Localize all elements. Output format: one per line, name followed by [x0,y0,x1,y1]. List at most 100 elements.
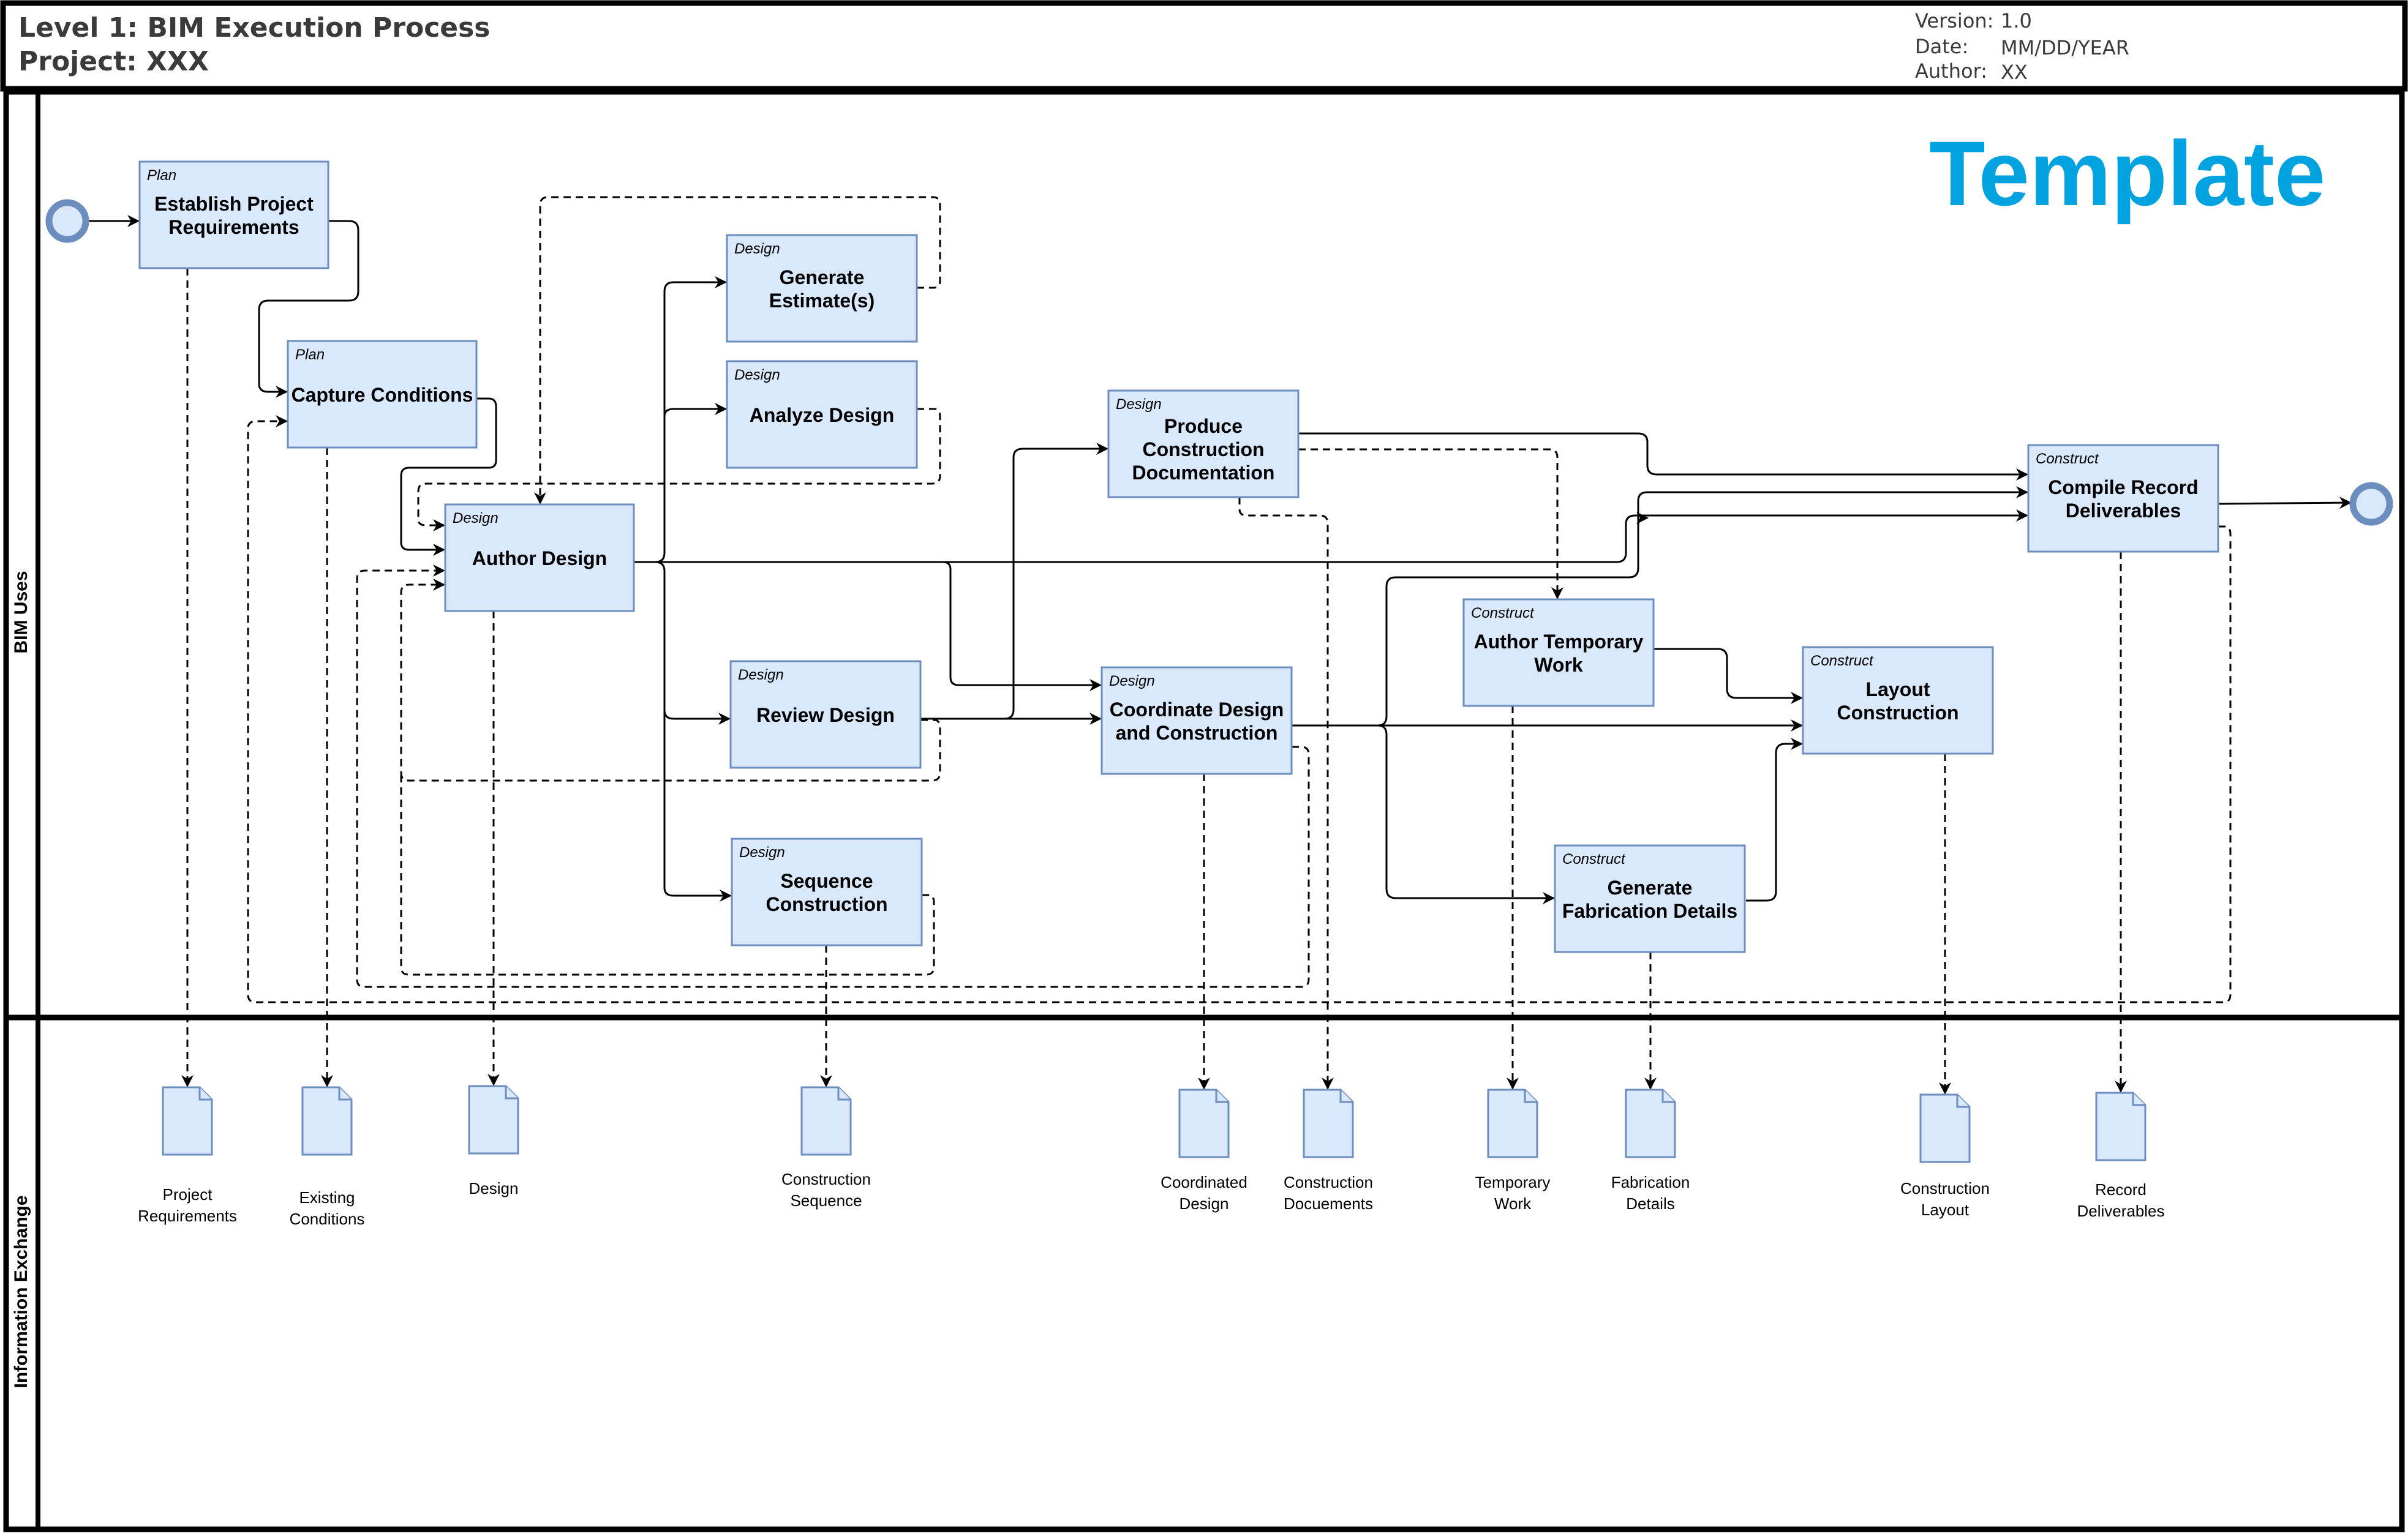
task-name-line: Deliverables [2066,500,2181,522]
task-sequence[interactable]: Design SequenceConstruction [731,838,923,946]
doc-fabrication-details[interactable]: Fabrication Details [1611,1089,1690,1213]
task-phase-label: Design [1116,396,1162,413]
document-label-line: Design [469,1179,519,1198]
document-fold [338,1087,352,1101]
task-name-line: and Construction [1116,722,1278,744]
task-phase-label: Design [453,510,499,527]
doc-design[interactable]: Design [468,1085,519,1198]
assoc-produce-to-doc [1238,497,1334,1090]
task-name-line: Layout [1866,678,1930,700]
document-label-line: Existing [299,1188,355,1207]
task-produce[interactable]: DesignProduceConstructionDocumentation [1107,389,1300,498]
date-label: Date: [1915,35,1968,58]
task-name-line: Requirements [168,216,299,238]
task-name-line: Documentation [1132,462,1275,484]
document-fold [2132,1093,2145,1106]
document-label-line: Conditions [290,1210,365,1228]
task-analyze[interactable]: Design Analyze Design [726,360,918,469]
flow-fabrication-to-layout [1746,738,1803,902]
documents: Project Requirements Existing Conditions Des… [138,1085,2165,1228]
author-label: Author: [1915,59,1987,83]
task-phase-label: Design [734,367,780,383]
flow-author-to-review [655,561,731,725]
task-name-line: Compile Record [2048,476,2198,498]
document-fold [1661,1090,1675,1103]
document-label-line: Requirements [138,1207,237,1225]
date-value: MM/DD/YEAR [2001,36,2129,59]
flow-produce-to-compile [1298,432,2028,481]
flow-temporary-to-layout [1654,648,1803,704]
task-temporary[interactable]: Construct Author TemporaryWork [1462,598,1655,707]
task-phase-label: Construct [2036,451,2099,467]
document-label-line: Deliverables [2077,1202,2164,1220]
task-name-line: Construction [1837,702,1958,724]
task-phase-label: Plan [147,167,176,184]
task-phase-label: Design [738,667,784,683]
task-fabrication[interactable]: Construct GenerateFabrication Details [1554,844,1746,953]
task-name-line: Fabrication Details [1562,900,1737,922]
flow-coordinate-to-fabrication [1377,724,1555,904]
bim-process-diagram: Level 1: BIM Execution Process Project: … [0,0,2408,1532]
start-event[interactable] [45,199,89,243]
document-label-line: Work [1494,1194,1532,1213]
doc-existing-conditions[interactable]: Existing Conditions [290,1086,365,1228]
assoc-produce-to-temporary [1298,448,1563,599]
document-label-line: Construction [781,1170,871,1188]
task-phase-label: Design [734,241,780,257]
task-phase-label: Plan [295,347,325,363]
task-name-line: Analyze Design [750,404,895,426]
doc-coordinated-design[interactable]: Coordinated Design [1161,1089,1247,1213]
task-name-line: Review Design [756,704,895,726]
flow-author-to-sequence [663,710,732,902]
task-estimate[interactable]: DesignGenerateEstimate(s) [726,234,918,343]
flow-review-to-produce [920,443,1108,720]
lane-label-information-exchange: Information Exchange [11,1195,31,1388]
task-name-line: Generate [780,266,865,288]
task-author[interactable]: Design Author Design [444,503,635,612]
doc-construction-layout[interactable]: Construction Layout [1900,1093,1990,1219]
task-compile[interactable]: Construct Compile RecordDeliverables [2027,444,2219,553]
task-layout[interactable]: Construct LayoutConstruction [1802,646,1994,755]
doc-project-requirements[interactable]: Project Requirements [138,1086,237,1225]
task-name-line: Generate [1608,877,1693,899]
doc-construction-sequence[interactable]: Construction Sequence [781,1086,871,1210]
task-name-line: Construction [1142,438,1264,460]
document-label-line: Project [163,1185,213,1204]
document-fold [1956,1095,1970,1108]
task-name-line: Sequence [780,870,873,892]
document-label-line: Docuements [1284,1194,1373,1213]
document-label-line: Fabrication [1611,1173,1690,1191]
document-label-line: Temporary [1475,1173,1551,1191]
document-fold [505,1086,518,1100]
task-name-line: Author Design [472,547,607,569]
task-coordinate[interactable]: Design Coordinate Designand Construction [1101,666,1293,775]
document-label-line: Record [2095,1180,2147,1199]
end-event[interactable] [2349,482,2393,526]
flow-author-to-estimate [634,276,727,563]
task-name-line: Construction [766,893,887,915]
template-watermark: Template [1929,122,2325,225]
task-establish[interactable]: Plan Establish ProjectRequirements [138,160,329,269]
flow-author-to-compile [634,509,2028,563]
task-capture[interactable]: Plan Capture Conditions [287,340,478,449]
version-value: 1.0 [2001,9,2032,32]
project-title: Project: XXX [18,46,209,77]
document-fold [1339,1090,1353,1103]
task-name-line: Establish Project [154,193,314,215]
task-name-line: Work [1534,654,1583,676]
doc-temporary-work[interactable]: Temporary Work [1475,1089,1551,1213]
flow-compile-to-end [2218,497,2352,509]
document-label-line: Construction [1284,1173,1373,1191]
flow-author-to-analyze [663,403,727,417]
doc-record-deliverables[interactable]: Record Deliverables [2077,1092,2165,1220]
doc-construction-docuements[interactable]: Construction Docuements [1284,1089,1373,1213]
task-phase-label: Construct [1471,605,1535,621]
task-review[interactable]: Design Review Design [729,660,922,769]
lane-label-bim-uses: BIM Uses [11,571,31,653]
task-phase-label: Construct [1810,653,1874,669]
task-phase-label: Design [739,844,785,861]
document-fold [837,1087,851,1101]
task-name-line: Coordinate Design [1110,699,1284,721]
task-name-line: Estimate(s) [769,290,875,312]
diagram-title: Level 1: BIM Execution Process [18,12,491,43]
